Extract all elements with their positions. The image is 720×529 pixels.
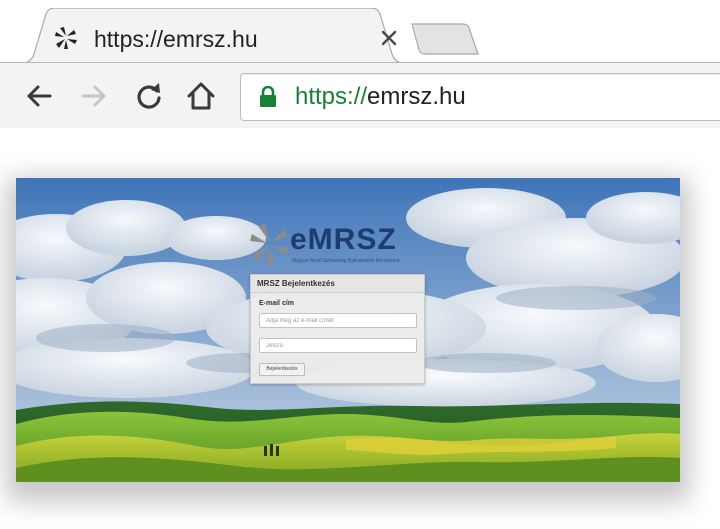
url-scheme: https:// [295, 83, 368, 110]
tab-strip: https://emrsz.hu [0, 0, 720, 64]
brand-logo: eMRSZ Magyar Rejtő Szövetség Nyilvántart… [248, 222, 428, 272]
home-icon[interactable] [186, 81, 216, 111]
arrow-right-icon[interactable] [79, 81, 109, 111]
browser-window: https://emrsz.hu https://emrsz.hu [0, 0, 720, 128]
emrsz-logo-icon [55, 27, 77, 49]
tab-active[interactable]: https://emrsz.hu [18, 8, 410, 64]
close-icon[interactable] [378, 27, 400, 49]
page-viewport: eMRSZ Magyar Rejtő Szövetség Nyilvántart… [16, 178, 680, 482]
address-bar[interactable]: https://emrsz.hu [240, 73, 720, 121]
emrsz-logo-icon [250, 224, 290, 264]
login-panel-header: MRSZ Bejelentkezés [251, 275, 424, 293]
url-text[interactable]: https://emrsz.hu [295, 84, 466, 110]
password-field[interactable] [259, 338, 417, 353]
brand-subtitle: Magyar Rejtő Szövetség Nyilvántartó Rend… [292, 258, 400, 264]
login-button[interactable]: Bejelentkezés [259, 363, 305, 376]
login-title: MRSZ Bejelentkezés [257, 279, 335, 288]
browser-toolbar: https://emrsz.hu [0, 62, 720, 128]
arrow-left-icon[interactable] [24, 81, 54, 111]
url-host: emrsz.hu [367, 83, 466, 110]
new-tab-icon[interactable] [408, 22, 480, 56]
reload-icon[interactable] [134, 81, 164, 111]
email-field[interactable] [259, 313, 417, 328]
brand-name: eMRSZ [290, 223, 397, 256]
email-label: E-mail cím [259, 300, 295, 307]
tab-title: https://emrsz.hu [94, 26, 258, 52]
screenshot: https://emrsz.hu https://emrsz.hu eMRSZ … [0, 0, 720, 529]
lock-icon[interactable] [259, 86, 277, 108]
login-panel: MRSZ Bejelentkezés E-mail cím Bejelentke… [250, 274, 425, 384]
